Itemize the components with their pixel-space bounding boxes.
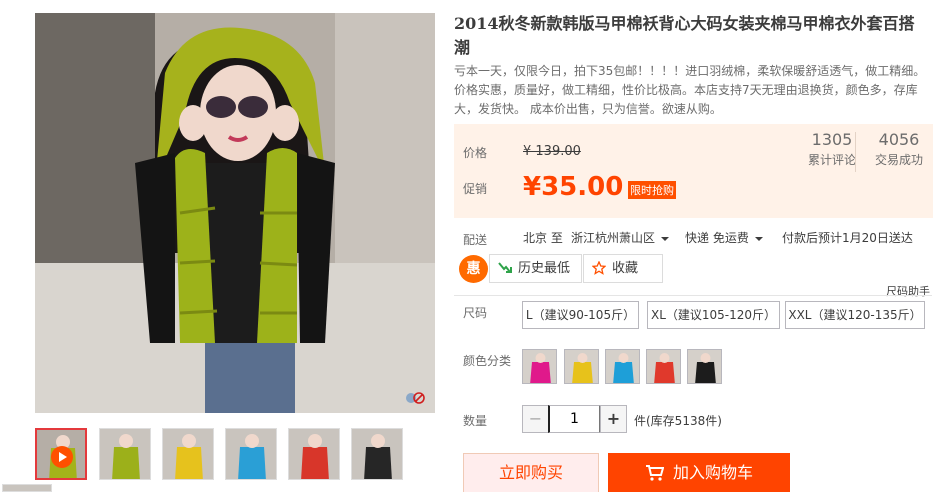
add-to-cart-label: 加入购物车 <box>673 463 754 482</box>
thumbnail-2[interactable] <box>162 428 214 480</box>
promo-label: 促销 <box>463 182 488 196</box>
flash-sale-badge: 限时抢购 <box>628 181 676 199</box>
stats-divider <box>855 132 856 172</box>
price-label: 价格 <box>463 146 488 160</box>
quantity-increment-button[interactable]: + <box>600 405 627 433</box>
reviews-stat[interactable]: 1305 累计评论 <box>802 130 862 168</box>
play-icon[interactable] <box>51 446 73 468</box>
size-option-l[interactable]: L（建议90-105斤） <box>522 301 639 329</box>
quantity-label: 数量 <box>463 414 488 428</box>
quantity-input[interactable] <box>548 405 601 433</box>
product-title: 2014秋冬新款韩版马甲棉袄背心大码女装夹棉马甲棉衣外套百搭潮 <box>454 14 915 57</box>
size-option-xxl[interactable]: XXL（建议120-135斤） <box>785 301 925 329</box>
history-low-button[interactable]: 历史最低 <box>489 254 582 283</box>
quantity-decrement-button[interactable]: − <box>522 405 549 433</box>
ship-destination-select[interactable]: 浙江杭州萧山区 <box>571 229 670 246</box>
size-label: 尺码 <box>463 306 488 320</box>
ship-eta: 付款后预计1月20日送达 <box>782 231 913 245</box>
color-swatch-black[interactable] <box>687 349 722 384</box>
reviews-count: 1305 <box>811 130 853 149</box>
size-helper-link[interactable]: 尺码助手 <box>886 283 930 299</box>
product-subtitle: 亏本一天，仅限今日，拍下35包邮！！！！进口羽绒棉，柔软保暖舒适透气，做工精细。… <box>454 64 926 116</box>
ship-destination: 浙江杭州萧山区 <box>571 231 656 245</box>
thumbnail-3[interactable] <box>225 428 277 480</box>
cart-icon <box>646 465 664 481</box>
color-label: 颜色分类 <box>463 354 512 368</box>
size-option-xl[interactable]: XL（建议105-120斤） <box>647 301 780 329</box>
ship-method: 快递 免运费 <box>685 231 749 245</box>
stock-text: 件(库存5138件) <box>634 414 722 428</box>
favorite-button[interactable]: 收藏 <box>583 254 663 283</box>
divider <box>454 295 932 296</box>
thumbnail-5[interactable] <box>351 428 403 480</box>
color-swatch-blue[interactable] <box>605 349 640 384</box>
ship-method-select[interactable]: 快递 免运费 <box>685 229 763 246</box>
original-price: ¥ 139.00 <box>523 144 581 159</box>
shipping-label: 配送 <box>463 233 488 247</box>
discount-icon[interactable]: 惠 <box>459 255 488 283</box>
buy-now-button[interactable]: 立即购买 <box>463 453 599 492</box>
color-swatch-magenta[interactable] <box>522 349 557 384</box>
thumbnail-1[interactable] <box>99 428 151 480</box>
ship-from: 北京 至 <box>523 231 563 245</box>
sales-stat: 4056 交易成功 <box>869 130 929 168</box>
reviews-label: 累计评论 <box>807 153 856 167</box>
star-icon <box>592 261 606 275</box>
thumbnail-6[interactable] <box>2 484 52 492</box>
promo-price: ¥35.00 <box>523 172 624 202</box>
thumbnail-video[interactable] <box>35 428 87 480</box>
thumbnail-strip <box>35 428 435 492</box>
price-panel: 价格 ¥ 139.00 促销 ¥35.00 限时抢购 1305 累计评论 405… <box>454 124 933 218</box>
sales-label: 交易成功 <box>874 153 923 167</box>
sales-count: 4056 <box>878 130 920 149</box>
history-low-label: 历史最低 <box>518 261 571 276</box>
color-swatch-yellow[interactable] <box>564 349 599 384</box>
favorite-label: 收藏 <box>612 261 639 276</box>
color-swatch-red[interactable] <box>646 349 681 384</box>
main-product-image[interactable] <box>35 13 435 413</box>
chevron-down-icon <box>661 236 670 241</box>
thumbnail-4[interactable] <box>288 428 340 480</box>
add-to-cart-button[interactable]: 加入购物车 <box>608 453 790 492</box>
trend-down-icon <box>498 262 512 273</box>
zoom-icon[interactable] <box>405 391 425 405</box>
chevron-down-icon <box>754 236 763 241</box>
